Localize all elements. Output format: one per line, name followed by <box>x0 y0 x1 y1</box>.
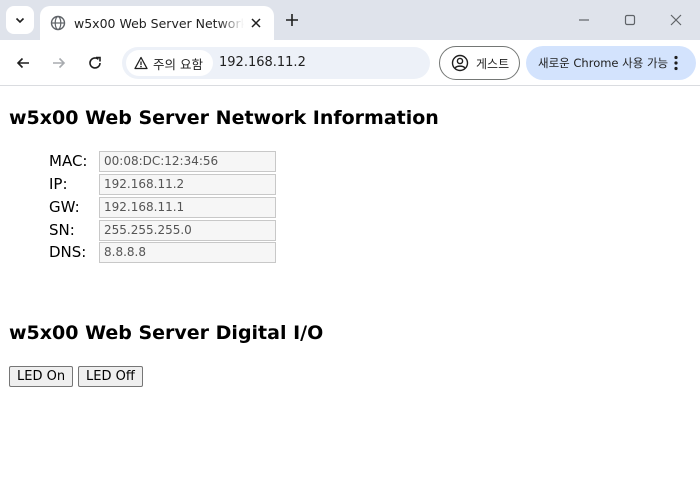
dns-field[interactable]: 8.8.8.8 <box>99 242 276 263</box>
led-on-button[interactable]: LED On <box>9 366 74 387</box>
person-icon <box>451 54 469 72</box>
update-label: 새로운 Chrome 사용 가능 <box>538 56 669 70</box>
security-chip[interactable]: 주의 요함 <box>126 50 213 76</box>
back-arrow-icon[interactable] <box>11 51 35 75</box>
guest-label: 게스트 <box>476 56 510 71</box>
security-chip-label: 주의 요함 <box>153 56 203 72</box>
led-off-button[interactable]: LED Off <box>78 366 143 387</box>
update-chrome-button[interactable]: 새로운 Chrome 사용 가능 <box>526 46 696 80</box>
gw-field[interactable]: 192.168.11.1 <box>99 197 276 218</box>
kebab-menu-icon[interactable] <box>668 55 684 71</box>
browser-tab[interactable]: w5x00 Web Server Network Information <box>40 6 274 40</box>
network-heading: w5x00 Web Server Network Information <box>9 107 439 129</box>
window-close-icon[interactable] <box>666 10 686 30</box>
sn-field[interactable]: 255.255.255.0 <box>99 220 276 241</box>
dns-label: DNS: <box>49 243 87 261</box>
browser-toolbar: 주의 요함 192.168.11.2 게스트 새로운 Chrome 사용 가능 <box>0 40 700 86</box>
sn-label: SN: <box>49 221 75 239</box>
sn-row: SN: 255.255.255.0 <box>49 220 279 241</box>
ip-row: IP: 192.168.11.2 <box>49 174 279 195</box>
tab-strip: w5x00 Web Server Network Information <box>0 0 700 40</box>
address-bar[interactable]: 주의 요함 192.168.11.2 <box>122 47 430 79</box>
guest-profile-button[interactable]: 게스트 <box>439 46 520 80</box>
close-icon[interactable] <box>248 15 264 31</box>
globe-icon <box>50 15 66 31</box>
mac-row: MAC: 00:08:DC:12:34:56 <box>49 151 279 172</box>
ip-field[interactable]: 192.168.11.2 <box>99 174 276 195</box>
ip-label: IP: <box>49 175 68 193</box>
gw-row: GW: 192.168.11.1 <box>49 197 279 218</box>
plus-icon[interactable] <box>282 10 302 30</box>
url-text[interactable]: 192.168.11.2 <box>219 55 306 70</box>
minimize-icon[interactable] <box>574 10 594 30</box>
forward-arrow-icon[interactable] <box>47 51 71 75</box>
dns-row: DNS: 8.8.8.8 <box>49 242 279 263</box>
tab-title: w5x00 Web Server Network Information <box>74 15 244 31</box>
mac-label: MAC: <box>49 152 88 170</box>
gw-label: GW: <box>49 198 80 216</box>
tab-search-button[interactable] <box>6 6 34 34</box>
mac-field[interactable]: 00:08:DC:12:34:56 <box>99 151 276 172</box>
chevron-down-icon <box>15 17 25 24</box>
maximize-icon[interactable] <box>620 10 640 30</box>
io-heading: w5x00 Web Server Digital I/O <box>9 322 324 344</box>
reload-icon[interactable] <box>83 51 107 75</box>
page-content: w5x00 Web Server Network Information MAC… <box>0 87 700 488</box>
warning-icon <box>134 56 148 70</box>
